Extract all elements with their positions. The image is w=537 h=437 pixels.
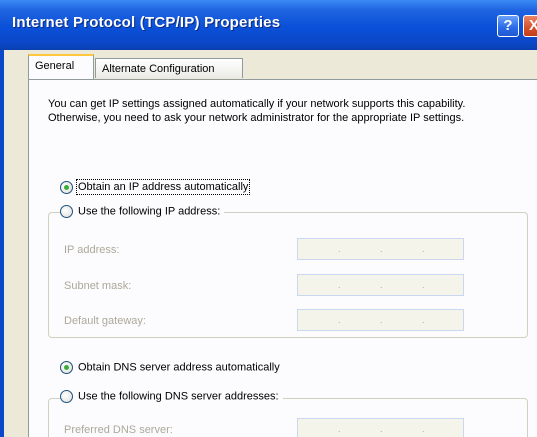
radio-button-icon[interactable] xyxy=(60,390,73,403)
description-text: You can get IP settings assigned automat… xyxy=(48,98,466,124)
octet-separator: . xyxy=(422,424,425,434)
radio-label: Use the following IP address: xyxy=(78,205,221,218)
default-gateway-input[interactable]: ... xyxy=(297,309,464,331)
octet-separator: . xyxy=(422,244,425,254)
octet-separator: . xyxy=(422,315,425,325)
subnet-mask-label: Subnet mask: xyxy=(64,280,132,292)
octet-separator: . xyxy=(338,424,341,434)
preferred-dns-label: Preferred DNS server: xyxy=(64,424,173,436)
radio-use-following-ip[interactable]: Use the following IP address: xyxy=(60,205,225,218)
close-button[interactable]: X xyxy=(523,15,537,37)
octet-separator: . xyxy=(380,315,383,325)
window-border xyxy=(0,50,4,437)
octet-separator: . xyxy=(380,244,383,254)
radio-obtain-dns-auto[interactable]: Obtain DNS server address automatically xyxy=(60,361,280,374)
close-icon: X xyxy=(528,17,537,34)
window-title: Internet Protocol (TCP/IP) Properties xyxy=(12,14,281,31)
radio-button-selected-icon[interactable] xyxy=(60,361,73,374)
octet-separator: . xyxy=(380,424,383,434)
radio-label: Obtain an IP address automatically xyxy=(75,179,251,196)
radio-button-icon[interactable] xyxy=(60,205,73,218)
radio-obtain-ip-auto[interactable]: Obtain an IP address automatically xyxy=(60,179,251,196)
preferred-dns-input[interactable]: ... xyxy=(297,418,464,437)
tab-alternate-configuration[interactable]: Alternate Configuration xyxy=(95,58,243,78)
default-gateway-label: Default gateway: xyxy=(64,315,146,327)
tcpip-properties-dialog: Internet Protocol (TCP/IP) Properties ? … xyxy=(0,0,537,437)
help-button[interactable]: ? xyxy=(497,15,519,37)
help-icon: ? xyxy=(503,17,513,34)
octet-separator: . xyxy=(338,280,341,290)
radio-use-following-dns[interactable]: Use the following DNS server addresses: xyxy=(60,390,283,403)
octet-separator: . xyxy=(380,280,383,290)
ip-address-input[interactable]: ... xyxy=(297,238,464,260)
octet-separator: . xyxy=(338,244,341,254)
ip-address-label: IP address: xyxy=(64,244,120,256)
tab-general[interactable]: General xyxy=(28,54,94,79)
octet-separator: . xyxy=(338,315,341,325)
title-bar[interactable]: Internet Protocol (TCP/IP) Properties ? … xyxy=(0,0,537,50)
octet-separator: . xyxy=(422,280,425,290)
subnet-mask-input[interactable]: ... xyxy=(297,274,464,296)
radio-label: Obtain DNS server address automatically xyxy=(78,361,280,374)
radio-button-selected-icon[interactable] xyxy=(60,181,73,194)
radio-label: Use the following DNS server addresses: xyxy=(78,390,279,403)
